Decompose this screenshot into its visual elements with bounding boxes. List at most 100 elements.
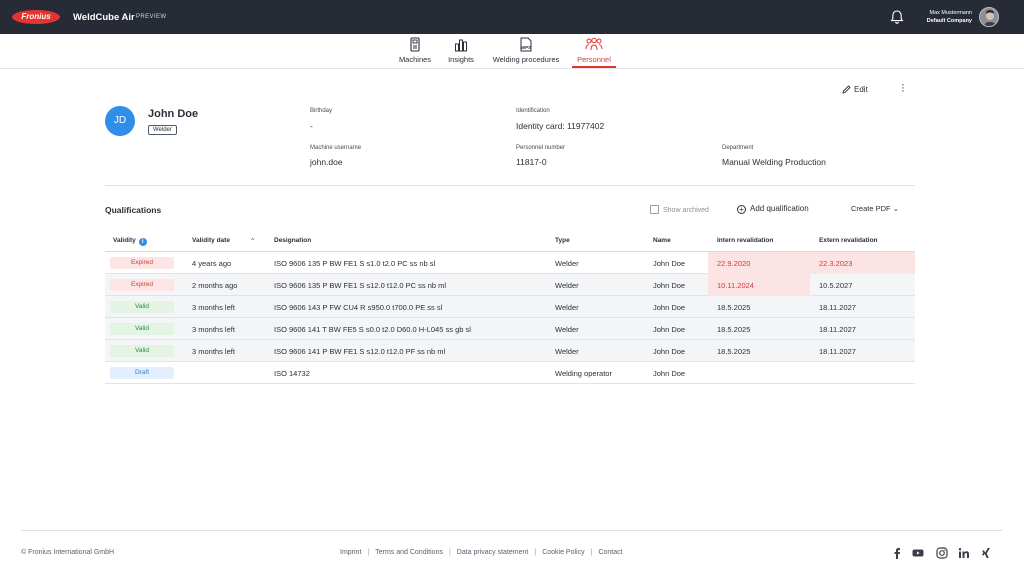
table-row[interactable]: Valid 3 months left ISO 9606 143 P FW CU4 … <box>105 296 915 318</box>
footer-link-privacy[interactable]: Data privacy statement <box>457 549 529 556</box>
column-header-validity[interactable]: Validity i <box>113 237 147 246</box>
profile-name: John Doe <box>148 108 199 120</box>
pencil-icon <box>842 85 851 94</box>
more-options-icon[interactable]: · · · <box>900 80 906 97</box>
cell-name: John Doe <box>653 347 686 356</box>
user-avatar[interactable] <box>979 7 999 27</box>
cell-type: Welder <box>555 281 579 290</box>
nav-label: Personnel <box>577 55 611 64</box>
personnel-number-value: 11817-0 <box>516 157 547 167</box>
cell-extern-revalidation: 22.3.2023 <box>819 259 853 268</box>
user-name[interactable]: Max Mustermann <box>930 10 973 16</box>
validity-badge: Expired <box>110 257 174 269</box>
cell-type: Welder <box>555 347 579 356</box>
cell-type: Welding operator <box>555 369 612 378</box>
table-row[interactable]: Expired 2 months ago ISO 9606 135 P BW FE1… <box>105 274 915 296</box>
info-icon[interactable]: i <box>138 238 147 246</box>
nav-label: Welding procedures <box>492 55 560 64</box>
linkedin-icon[interactable] <box>958 547 970 559</box>
main-navigation: Machines Insights WPS Welding procedures… <box>0 34 1024 69</box>
cell-validity-date: 4 years ago <box>192 259 232 268</box>
cell-designation: ISO 9606 135 P BW FE1 S s12.0 t12.0 PC s… <box>274 281 447 290</box>
cell-type: Welder <box>555 259 579 268</box>
svg-text:WPS: WPS <box>521 45 531 50</box>
birthday-value: - <box>310 121 313 131</box>
cell-type: Welder <box>555 303 579 312</box>
cell-designation: ISO 9606 143 P FW CU4 R s950.0 t700.0 PE… <box>274 303 443 312</box>
cell-validity-date: 2 months ago <box>192 281 238 290</box>
nav-welding-procedures[interactable]: WPS Welding procedures <box>488 37 564 68</box>
bell-icon[interactable] <box>889 9 905 25</box>
nav-machines[interactable]: Machines <box>396 37 434 68</box>
instagram-icon[interactable] <box>936 547 948 559</box>
preview-label: PREVIEW <box>136 14 167 20</box>
table-row[interactable]: Valid 3 months left ISO 9606 141 T BW FE5 … <box>105 318 915 340</box>
cell-extern-revalidation: 18.11.2027 <box>819 347 856 356</box>
create-pdf-dropdown[interactable]: Create PDF ⌄ <box>851 204 899 213</box>
validity-badge: Valid <box>110 323 174 335</box>
qualifications-table: Validity i Validity date ⌃ Designation Ty… <box>105 230 915 384</box>
table-row[interactable]: Expired 4 years ago ISO 9606 135 P BW FE1 … <box>105 252 915 274</box>
user-company[interactable]: Default Company <box>927 18 972 24</box>
footer-link-terms[interactable]: Terms and Conditions <box>375 549 443 556</box>
cell-validity-date: 3 months left <box>192 303 235 312</box>
checkbox-box[interactable] <box>650 205 659 214</box>
personnel-number-label: Personnel number <box>516 145 566 151</box>
column-header-designation[interactable]: Designation <box>274 237 311 244</box>
cell-type: Welder <box>555 325 579 334</box>
chevron-down-icon: ⌄ <box>892 204 899 213</box>
cell-name: John Doe <box>653 369 686 378</box>
table-row[interactable]: Draft ISO 14732 Welding operator John Doe <box>105 362 915 384</box>
add-qualification-label: Add qualification <box>750 204 809 213</box>
youtube-icon[interactable] <box>912 547 924 559</box>
validity-badge: Expired <box>110 279 174 291</box>
column-header-name[interactable]: Name <box>653 237 671 244</box>
machine-username-label: Machine username <box>310 145 362 151</box>
cell-validity-date: 3 months left <box>192 347 235 356</box>
footer-link-contact[interactable]: Contact <box>598 549 622 556</box>
nav-personnel[interactable]: Personnel <box>572 37 616 68</box>
validity-badge: Valid <box>110 345 174 357</box>
nav-label: Machines <box>398 55 432 64</box>
department-label: Department <box>722 145 754 151</box>
table-body: Expired 4 years ago ISO 9606 135 P BW FE1 … <box>105 252 915 384</box>
people-icon <box>585 37 603 51</box>
cell-name: John Doe <box>653 325 686 334</box>
column-header-extern-revalidation[interactable]: Extern revalidation <box>819 237 878 244</box>
edit-label: Edit <box>854 85 868 94</box>
profile-avatar: JD <box>105 106 135 136</box>
footer-link-imprint[interactable]: Imprint <box>340 549 361 556</box>
table-header: Validity i Validity date ⌃ Designation Ty… <box>105 230 915 252</box>
validity-badge: Draft <box>110 367 174 379</box>
show-archived-checkbox[interactable]: Show archived <box>650 205 709 214</box>
add-qualification-button[interactable]: + Add qualification <box>737 204 809 214</box>
facebook-icon[interactable] <box>891 547 903 559</box>
fronius-logo[interactable]: Fronius <box>12 10 60 24</box>
cell-name: John Doe <box>653 259 686 268</box>
footer-links: Imprint | Terms and Conditions | Data privac… <box>340 549 623 556</box>
app-name[interactable]: WeldCube Air <box>73 12 135 23</box>
cell-name: John Doe <box>653 281 686 290</box>
footer-divider <box>21 530 1002 531</box>
column-header-validity-date[interactable]: Validity date <box>192 237 230 244</box>
cell-designation: ISO 9606 135 P BW FE1 S s1.0 t2.0 PC ss … <box>274 259 436 268</box>
nav-insights[interactable]: Insights <box>444 37 478 68</box>
cell-extern-revalidation: 10.5.2027 <box>819 281 853 290</box>
cell-validity-date: 3 months left <box>192 325 235 334</box>
section-divider <box>105 185 915 186</box>
machine-username-value: john.doe <box>310 157 343 167</box>
cell-intern-revalidation: 18.5.2025 <box>717 303 751 312</box>
column-header-intern-revalidation[interactable]: Intern revalidation <box>717 237 773 244</box>
table-row[interactable]: Valid 3 months left ISO 9606 141 P BW FE1 … <box>105 340 915 362</box>
validity-badge: Valid <box>110 301 174 313</box>
edit-button[interactable]: Edit <box>842 85 868 94</box>
cell-intern-revalidation: 18.5.2025 <box>717 347 751 356</box>
nav-label: Insights <box>448 55 474 64</box>
plus-circle-icon: + <box>737 205 746 214</box>
sort-ascending-icon[interactable]: ⌃ <box>250 237 255 245</box>
column-header-type[interactable]: Type <box>555 237 570 244</box>
footer-link-cookie[interactable]: Cookie Policy <box>542 549 584 556</box>
copyright: © Fronius International GmbH <box>21 549 115 556</box>
cell-extern-revalidation: 18.11.2027 <box>819 303 856 312</box>
xing-icon[interactable] <box>980 547 992 559</box>
